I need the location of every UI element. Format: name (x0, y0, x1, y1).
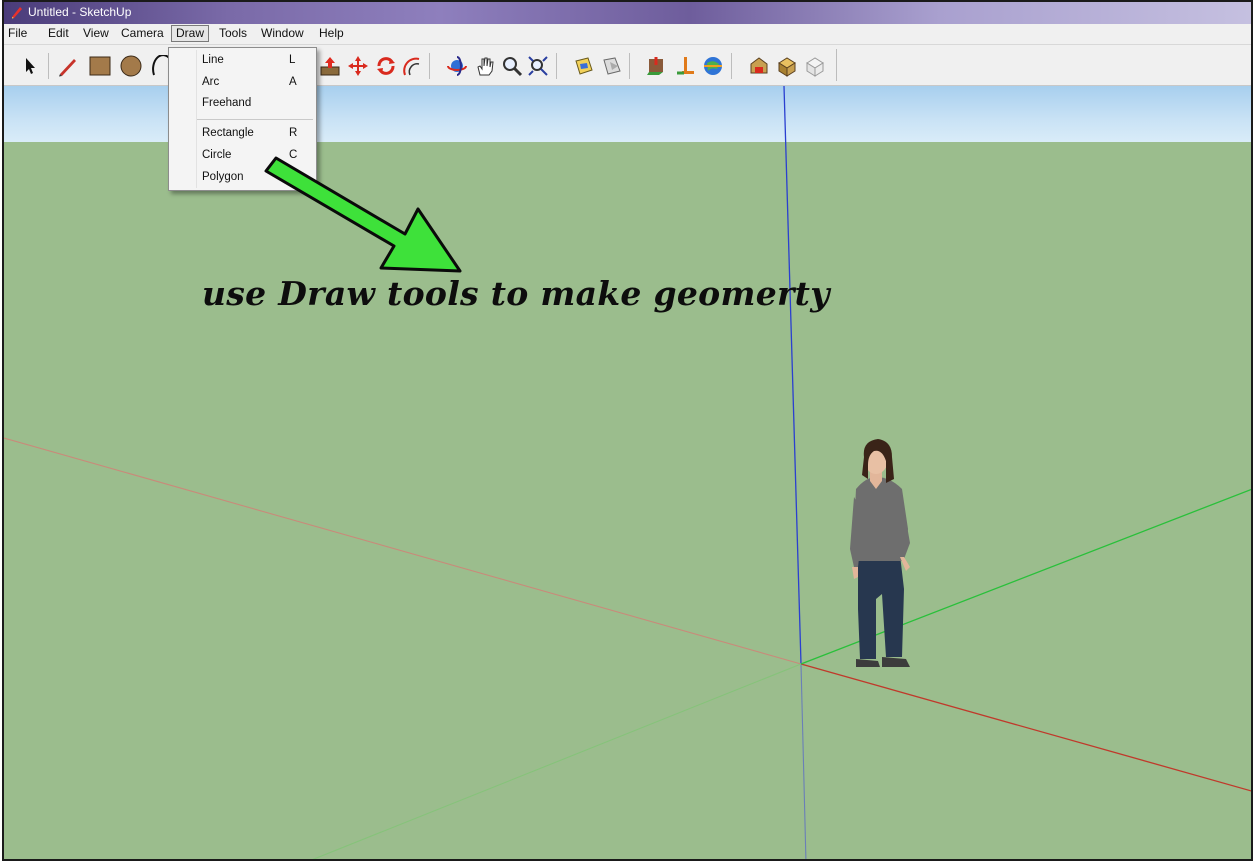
zoom-icon[interactable] (500, 54, 524, 78)
axes (4, 86, 1251, 859)
share-model-icon[interactable] (600, 54, 624, 78)
toolbar-separator (556, 53, 557, 79)
select-icon[interactable] (18, 54, 42, 78)
toolbar-separator (629, 53, 630, 79)
model-viewport[interactable] (4, 86, 1251, 859)
offset-icon[interactable] (400, 54, 424, 78)
annotation-caption: use Draw tools to make geomerty (202, 274, 830, 313)
rectangle-icon[interactable] (88, 54, 112, 78)
get-models-icon[interactable] (572, 54, 596, 78)
rotate-icon[interactable] (374, 54, 398, 78)
circle-icon[interactable] (119, 54, 143, 78)
push-pull-icon[interactable] (318, 54, 342, 78)
zoom-extents-icon[interactable] (526, 54, 550, 78)
menu-edit[interactable]: Edit (44, 25, 73, 42)
red-axis (800, 663, 1251, 792)
menu-view[interactable]: View (79, 25, 113, 42)
draw-dropdown-menu: Line L Arc A Freehand Rectangle R Circle… (168, 47, 317, 191)
pencil-icon[interactable] (56, 54, 80, 78)
menu-item-shortcut: A (289, 76, 297, 88)
menu-item-label: Arc (202, 76, 220, 88)
menu-item-label: Freehand (202, 97, 252, 109)
menu-draw[interactable]: Draw (171, 25, 210, 42)
window-title: Untitled - SketchUp (28, 5, 132, 19)
menu-item-label: Rectangle (202, 127, 254, 139)
blue-axis (783, 86, 802, 665)
toolbar-end-separator (836, 49, 837, 81)
red-axis-dotted (4, 437, 802, 665)
menu-window[interactable]: Window (257, 25, 308, 42)
pan-icon[interactable] (473, 54, 497, 78)
menu-item-label: Circle (202, 149, 232, 161)
extension-warehouse-icon[interactable] (747, 54, 771, 78)
draw-menu-item-polygon[interactable]: Polygon (169, 168, 316, 188)
menu-file[interactable]: File (4, 25, 31, 42)
photo-textures-icon[interactable] (673, 54, 697, 78)
green-axis-dotted (312, 663, 802, 859)
google-earth-icon[interactable] (701, 54, 725, 78)
menu-bar: File Edit View Camera Draw Tools Window … (4, 24, 1251, 45)
components-icon[interactable] (803, 54, 827, 78)
menu-item-label: Polygon (202, 171, 244, 183)
draw-menu-item-line[interactable]: Line L (169, 51, 316, 71)
draw-menu-item-arc[interactable]: Arc A (169, 73, 316, 93)
menu-item-shortcut: L (289, 54, 296, 66)
move-icon[interactable] (346, 54, 370, 78)
menu-camera[interactable]: Camera (117, 25, 168, 42)
menu-item-shortcut: R (289, 127, 298, 139)
geo-location-icon[interactable] (644, 54, 668, 78)
menu-tools[interactable]: Tools (215, 25, 251, 42)
draw-menu-item-rectangle[interactable]: Rectangle R (169, 124, 316, 144)
orbit-icon[interactable] (445, 54, 469, 78)
title-bar: Untitled - SketchUp (4, 2, 1251, 24)
toolbar-separator (731, 53, 732, 79)
menu-separator (197, 119, 313, 120)
draw-menu-item-circle[interactable]: Circle C (169, 146, 316, 166)
menu-item-label: Line (202, 54, 224, 66)
toolbar-separator (429, 53, 430, 79)
toolbar-separator (48, 53, 49, 79)
menu-item-shortcut: C (289, 149, 298, 161)
menu-help[interactable]: Help (315, 25, 348, 42)
draw-menu-item-freehand[interactable]: Freehand (169, 94, 316, 114)
share-component-icon[interactable] (775, 54, 799, 78)
sketchup-logo-icon (12, 7, 22, 19)
blue-axis-dotted (800, 663, 807, 859)
